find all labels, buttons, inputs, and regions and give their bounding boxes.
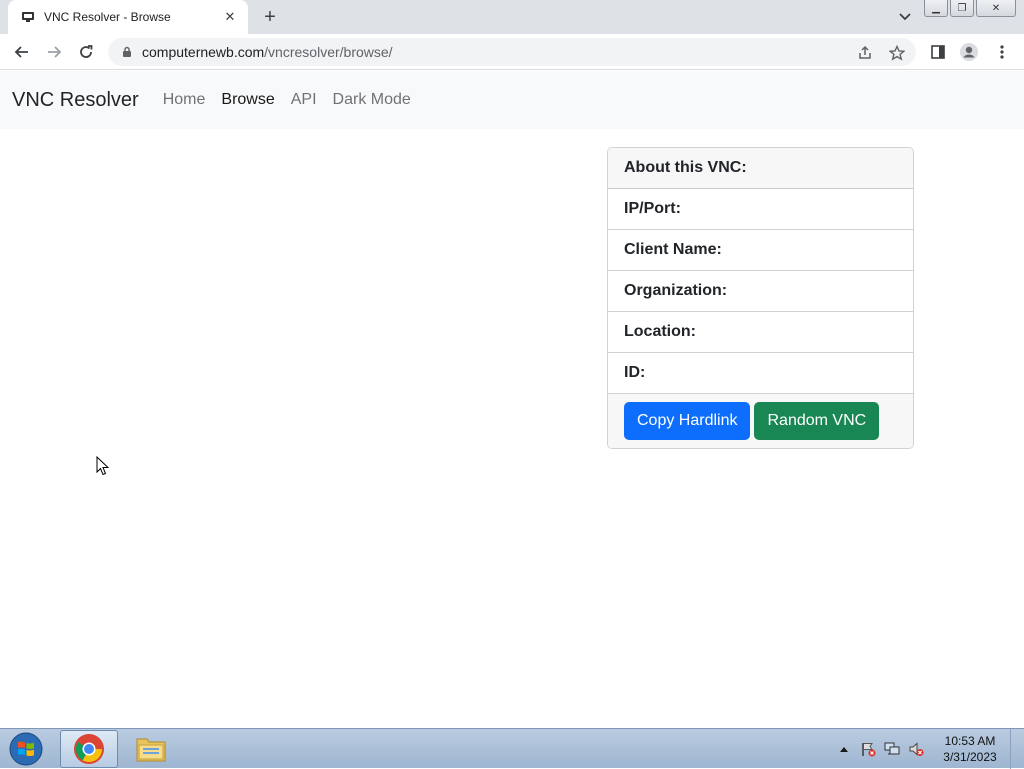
lock-icon[interactable] (120, 45, 134, 59)
profile-avatar-icon[interactable] (959, 42, 979, 62)
tab-close-icon[interactable]: ✕ (222, 9, 238, 25)
nav-link-home[interactable]: Home (163, 91, 206, 109)
card-header: About this VNC: (608, 148, 913, 189)
restore-button[interactable]: ❐ (950, 0, 974, 17)
tab-strip: VNC Resolver - Browse ✕ + ▁ ❐ ✕ (0, 0, 1024, 34)
action-center-flag-icon[interactable] (859, 740, 877, 758)
site-favicon-icon (20, 9, 36, 25)
nav-link-api[interactable]: API (291, 91, 317, 109)
url-domain: computernewb.com (142, 44, 265, 60)
side-panel-icon[interactable] (928, 42, 948, 62)
copy-hardlink-button[interactable]: Copy Hardlink (624, 402, 751, 440)
forward-icon[interactable] (42, 40, 66, 64)
back-icon[interactable] (10, 40, 34, 64)
reload-icon[interactable] (74, 40, 98, 64)
browser-toolbar: computernewb.com/vncresolver/browse/ (0, 34, 1024, 70)
field-client-name: Client Name: (608, 230, 913, 271)
share-icon[interactable] (856, 44, 874, 62)
field-id: ID: (608, 353, 913, 394)
taskbar-chrome-icon[interactable] (60, 730, 118, 768)
site-navbar: VNC Resolver Home Browse API Dark Mode (0, 71, 1024, 129)
card-footer: Copy Hardlink Random VNC (608, 394, 913, 448)
site-brand[interactable]: VNC Resolver (12, 89, 139, 112)
show-hidden-icons-chevron-icon[interactable] (835, 740, 853, 758)
clock-time: 10:53 AM (944, 734, 996, 748)
taskbar-clock[interactable]: 10:53 AM 3/31/2023 (934, 733, 1006, 765)
nav-link-browse[interactable]: Browse (221, 91, 274, 109)
system-tray: 10:53 AM 3/31/2023 (832, 729, 1024, 769)
random-vnc-button[interactable]: Random VNC (754, 402, 880, 440)
vnc-info-card: About this VNC: IP/Port: Client Name: Or… (607, 147, 914, 449)
web-page: VNC Resolver Home Browse API Dark Mode A… (0, 71, 1024, 728)
minimize-button[interactable]: ▁ (924, 0, 948, 17)
address-bar[interactable]: computernewb.com/vncresolver/browse/ (108, 38, 916, 66)
new-tab-button[interactable]: + (258, 6, 282, 28)
windows-taskbar: 10:53 AM 3/31/2023 (0, 728, 1024, 769)
start-button[interactable] (6, 730, 46, 768)
show-desktop-button[interactable] (1010, 729, 1024, 769)
field-organization: Organization: (608, 271, 913, 312)
bookmark-star-icon[interactable] (888, 44, 906, 62)
window-controls: ▁ ❐ ✕ (924, 0, 1016, 17)
field-ip-port: IP/Port: (608, 189, 913, 230)
tab-search-chevron-icon[interactable] (896, 8, 914, 26)
browser-menu-icon[interactable] (992, 42, 1012, 62)
taskbar-explorer-icon[interactable] (122, 730, 180, 768)
field-location: Location: (608, 312, 913, 353)
volume-muted-icon[interactable] (907, 740, 925, 758)
tab-title: VNC Resolver - Browse (44, 10, 171, 24)
nav-link-dark-mode[interactable]: Dark Mode (333, 91, 411, 109)
browser-tab[interactable]: VNC Resolver - Browse ✕ (8, 0, 248, 34)
window-close-button[interactable]: ✕ (976, 0, 1016, 17)
clock-date: 3/31/2023 (943, 750, 997, 764)
mouse-cursor-icon (96, 456, 110, 476)
network-icon[interactable] (883, 740, 901, 758)
url-path: /vncresolver/browse/ (264, 44, 393, 60)
